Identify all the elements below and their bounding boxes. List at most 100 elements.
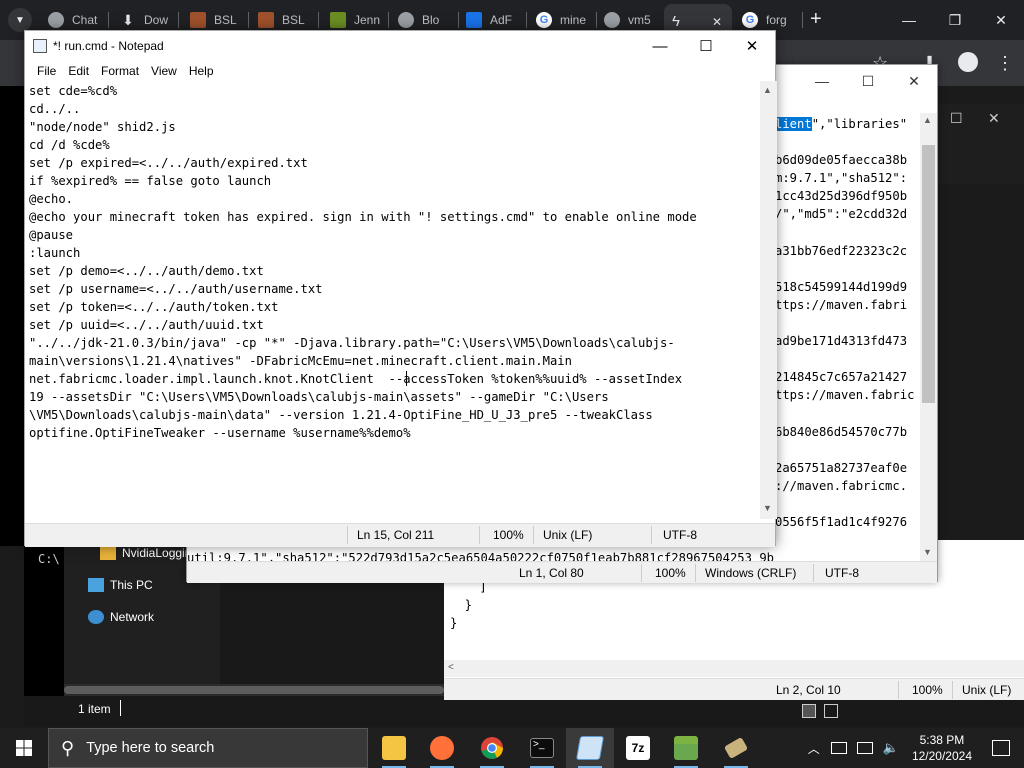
taskbar-search-box[interactable]: ⚲ Type here to search <box>48 728 368 768</box>
details-view-icon[interactable] <box>802 704 816 718</box>
explorer-horizontal-scrollbar[interactable] <box>64 684 444 696</box>
editor-line: :launch <box>29 246 81 260</box>
menu-format[interactable]: Format <box>95 61 145 81</box>
scroll-up-icon[interactable]: ▲ <box>763 85 772 95</box>
taskbar: ⚲ Type here to search >_ 7z ︿ 🔈 5:38 PM … <box>0 728 1024 768</box>
grass-block-icon <box>330 12 346 28</box>
json-notepad-text[interactable]: lient","libraries" b6d09de05faecca38b m:9.… <box>775 115 925 551</box>
close-icon[interactable]: ✕ <box>988 110 1000 127</box>
editor-line: set /p expired=<../../auth/expired.txt <box>29 156 308 170</box>
json-line: ://maven.fabricmc. <box>775 478 908 493</box>
7zip-icon: 7z <box>626 736 650 760</box>
horizontal-scrollbar[interactable]: < <box>444 660 1024 677</box>
status-bar: Ln 1, Col 80 100% Windows (CRLF) UTF-8 <box>187 561 937 583</box>
menu-file[interactable]: File <box>31 61 62 81</box>
start-button[interactable] <box>0 728 48 768</box>
restore-icon[interactable]: ☐ <box>950 110 963 127</box>
editor-line: if %expired% == false goto launch <box>29 174 272 188</box>
folder-icon <box>382 736 406 760</box>
restore-icon[interactable]: ❐ <box>932 0 978 40</box>
json-line: 1cc43d25d396df950b <box>775 189 908 204</box>
taskbar-jar[interactable] <box>712 728 760 768</box>
close-icon[interactable]: ✕ <box>978 0 1024 40</box>
globe-icon <box>604 12 620 28</box>
json-line: b6d09de05faecca38b <box>775 153 908 168</box>
minimize-icon[interactable]: — <box>799 65 845 97</box>
menu-help[interactable]: Help <box>183 61 220 81</box>
taskbar-7zip[interactable]: 7z <box>614 728 662 768</box>
json-line <box>775 224 925 242</box>
explorer-status-bar-right <box>444 700 1024 726</box>
firefox-icon <box>430 736 454 760</box>
scrollbar-thumb[interactable] <box>922 145 935 403</box>
title-bar[interactable]: *! run.cmd - Notepad — ☐ ✕ <box>25 31 775 61</box>
nav-item-this-pc[interactable]: This PC <box>88 578 153 592</box>
editor-line: 19 --assetsDir "C:\Users\VM5\Downloads\c… <box>29 390 609 404</box>
json-line: ttps://maven.fabri <box>775 297 908 312</box>
google-icon: G <box>536 12 552 28</box>
item-count: 1 item <box>78 702 111 716</box>
editor-line: \VM5\Downloads\calubjs-main\data" --vers… <box>29 408 653 422</box>
notepad-icon <box>575 736 605 760</box>
system-tray: ︿ 🔈 5:38 PM 12/20/2024 <box>802 728 1024 768</box>
editor-line: main\versions\1.21.4\natives" -DFabricMc… <box>29 354 572 368</box>
scroll-left-icon[interactable]: < <box>448 662 454 673</box>
json-line <box>775 133 925 151</box>
volume-muted-icon[interactable]: 🔈 <box>883 740 899 756</box>
windows-logo-icon <box>16 740 32 756</box>
taskbar-chrome[interactable] <box>468 728 516 768</box>
terminal-prompt: C:\ <box>38 552 60 566</box>
search-icon: ⚲ <box>61 737 75 758</box>
vertical-scrollbar[interactable]: ▲ ▼ <box>760 81 777 519</box>
menu-view[interactable]: View <box>145 61 183 81</box>
text-editor-area[interactable]: set cde=%cd% cd../.. "node/node" shid2.js c… <box>25 81 760 519</box>
selected-text: lient <box>775 117 812 131</box>
close-icon[interactable]: ✕ <box>891 65 937 97</box>
nav-item-nvidialogging[interactable]: NvidiaLoggin <box>100 546 191 560</box>
chevron-up-icon[interactable]: ︿ <box>808 740 820 757</box>
nav-item-network[interactable]: Network <box>88 610 154 624</box>
close-tab-icon[interactable]: ✕ <box>712 15 722 29</box>
editor-line: net.fabricmc.loader.impl.launch.knot.Kno… <box>29 372 683 386</box>
clock-time: 5:38 PM <box>919 733 965 747</box>
browser-window-controls: — ❐ ✕ <box>886 0 1024 40</box>
minimize-icon[interactable]: — <box>637 31 683 61</box>
vertical-scrollbar[interactable]: ▲ ▼ <box>920 113 937 563</box>
scrollbar-thumb[interactable] <box>64 686 444 694</box>
lower-notepad-text[interactable]: ] }} <box>450 578 487 632</box>
clock[interactable]: 5:38 PM 12/20/2024 <box>912 732 972 764</box>
terminal-icon: >_ <box>530 738 554 758</box>
adf-icon <box>466 12 482 28</box>
menu-kebab-icon[interactable]: ⋮ <box>996 54 1014 72</box>
taskbar-terminal[interactable]: >_ <box>518 728 566 768</box>
maximize-icon[interactable]: ☐ <box>683 31 729 61</box>
chrome-icon <box>481 737 503 759</box>
minimize-icon[interactable]: — <box>886 0 932 40</box>
new-tab-button[interactable]: + <box>810 8 822 30</box>
taskbar-file-explorer[interactable] <box>370 728 418 768</box>
taskbar-minecraft[interactable] <box>662 728 710 768</box>
editor-line: @pause <box>29 228 74 242</box>
profile-avatar[interactable] <box>958 52 978 72</box>
update-icon[interactable] <box>830 742 847 754</box>
taskbar-firefox[interactable] <box>418 728 466 768</box>
scroll-down-icon[interactable]: ▼ <box>763 503 772 513</box>
tiles-view-icon[interactable] <box>824 704 838 718</box>
editor-line: cd../.. <box>29 102 81 116</box>
json-line <box>775 350 925 368</box>
scroll-up-icon[interactable]: ▲ <box>923 115 932 125</box>
network-icon[interactable] <box>856 742 873 754</box>
menu-edit[interactable]: Edit <box>62 61 95 81</box>
close-icon[interactable]: ✕ <box>729 31 775 61</box>
notifications-icon[interactable] <box>992 740 1010 756</box>
taskbar-notepad[interactable] <box>566 728 614 768</box>
scroll-down-icon[interactable]: ▼ <box>923 547 932 557</box>
editor-line: set /p uuid=<../../auth/uuid.txt <box>29 318 264 332</box>
clock-date: 12/20/2024 <box>911 749 972 763</box>
json-line: 2a65751a82737eaf0e <box>775 460 908 475</box>
tab-search-button[interactable]: ▼ <box>8 8 32 32</box>
maximize-icon[interactable]: ☐ <box>845 65 891 97</box>
editor-line: cd /d %cde% <box>29 138 110 152</box>
search-placeholder: Type here to search <box>86 740 215 756</box>
status-bar: Ln 15, Col 211 100% Unix (LF) UTF-8 <box>25 523 775 547</box>
